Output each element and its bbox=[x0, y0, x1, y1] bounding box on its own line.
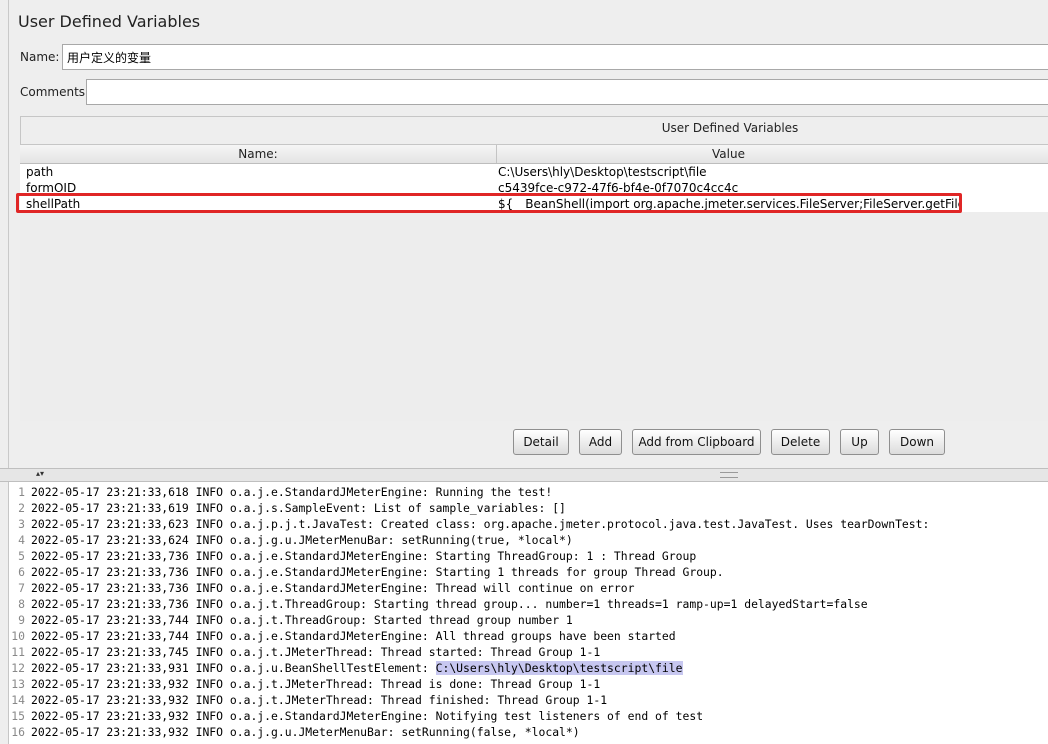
log-viewer[interactable]: 1 2022-05-17 23:21:33,618 INFO o.a.j.e.St… bbox=[8, 482, 1048, 744]
name-label: Name: bbox=[20, 50, 60, 64]
log-line: 9 2022-05-17 23:21:33,744 INFO o.a.j.t.Th… bbox=[9, 612, 573, 628]
line-number: 16 bbox=[11, 725, 25, 739]
line-number: 3 bbox=[18, 517, 25, 531]
log-line: 15 2022-05-17 23:21:33,932 INFO o.a.j.e.S… bbox=[9, 708, 703, 724]
add-from-clipboard-button[interactable]: Add from Clipboard bbox=[632, 429, 761, 455]
line-number: 13 bbox=[11, 677, 25, 691]
log-line: 4 2022-05-17 23:21:33,624 INFO o.a.j.g.u.… bbox=[9, 532, 573, 548]
line-number: 7 bbox=[18, 581, 25, 595]
down-button[interactable]: Down bbox=[889, 429, 945, 455]
log-line: 13 2022-05-17 23:21:33,932 INFO o.a.j.t.J… bbox=[9, 676, 600, 692]
variable-name-cell[interactable]: path bbox=[26, 164, 492, 180]
log-text: 2022-05-17 23:21:33,932 INFO o.a.j.e.Sta… bbox=[31, 709, 704, 723]
table-header: Name: Value bbox=[20, 145, 1048, 164]
splitter-grip-icon[interactable] bbox=[720, 472, 738, 478]
log-line: 3 2022-05-17 23:21:33,623 INFO o.a.j.p.j.… bbox=[9, 516, 929, 532]
add-button[interactable]: Add bbox=[579, 429, 622, 455]
log-line: 1 2022-05-17 23:21:33,618 INFO o.a.j.e.St… bbox=[9, 484, 552, 500]
log-line: 14 2022-05-17 23:21:33,932 INFO o.a.j.t.J… bbox=[9, 692, 607, 708]
comments-field[interactable] bbox=[86, 79, 1048, 105]
line-number: 1 bbox=[18, 485, 25, 499]
log-text: 2022-05-17 23:21:33,745 INFO o.a.j.t.JMe… bbox=[31, 645, 601, 659]
log-text: 2022-05-17 23:21:33,932 INFO o.a.j.t.JMe… bbox=[31, 677, 601, 691]
log-text: 2022-05-17 23:21:33,736 INFO o.a.j.e.Sta… bbox=[31, 549, 697, 563]
line-number: 6 bbox=[18, 565, 25, 579]
line-number: 2 bbox=[18, 501, 25, 515]
log-text: 2022-05-17 23:21:33,736 INFO o.a.j.e.Sta… bbox=[31, 565, 724, 579]
log-line: 7 2022-05-17 23:21:33,736 INFO o.a.j.e.St… bbox=[9, 580, 634, 596]
pane-splitter[interactable]: ▴▾ bbox=[0, 468, 1048, 482]
log-line: 10 2022-05-17 23:21:33,744 INFO o.a.j.e.S… bbox=[9, 628, 676, 644]
log-line: 12 2022-05-17 23:21:33,931 INFO o.a.j.u.B… bbox=[9, 660, 683, 676]
variables-table[interactable]: Name: Value path C:\Users\hly\Desktop\te… bbox=[20, 144, 1048, 421]
table-caption: User Defined Variables bbox=[661, 121, 799, 135]
variable-value-cell[interactable]: C:\Users\hly\Desktop\testscript\file bbox=[498, 164, 1048, 180]
name-field[interactable] bbox=[62, 44, 1048, 70]
line-number: 11 bbox=[11, 645, 25, 659]
line-number: 12 bbox=[11, 661, 25, 675]
log-line: 6 2022-05-17 23:21:33,736 INFO o.a.j.e.St… bbox=[9, 564, 724, 580]
log-line: 2 2022-05-17 23:21:33,619 INFO o.a.j.s.Sa… bbox=[9, 500, 566, 516]
log-text: 2022-05-17 23:21:33,736 INFO o.a.j.e.Sta… bbox=[31, 581, 635, 595]
log-text: 2022-05-17 23:21:33,744 INFO o.a.j.t.Thr… bbox=[31, 613, 573, 627]
panel-title: User Defined Variables bbox=[18, 12, 201, 31]
log-line: 5 2022-05-17 23:21:33,736 INFO o.a.j.e.St… bbox=[9, 548, 696, 564]
log-text: 2022-05-17 23:21:33,932 INFO o.a.j.t.JMe… bbox=[31, 693, 608, 707]
log-text: 2022-05-17 23:21:33,931 INFO o.a.j.u.Bea… bbox=[31, 661, 436, 675]
line-number: 8 bbox=[18, 597, 25, 611]
comments-label: Comments: bbox=[20, 85, 90, 99]
up-button[interactable]: Up bbox=[840, 429, 879, 455]
table-row[interactable]: path C:\Users\hly\Desktop\testscript\fil… bbox=[20, 164, 1048, 180]
log-line: 8 2022-05-17 23:21:33,736 INFO o.a.j.t.Th… bbox=[9, 596, 868, 612]
log-line: 16 2022-05-17 23:21:33,932 INFO o.a.j.g.u… bbox=[9, 724, 580, 740]
selected-text[interactable]: C:\Users\hly\Desktop\testscript\file bbox=[435, 661, 683, 675]
line-number: 14 bbox=[11, 693, 25, 707]
log-line: 11 2022-05-17 23:21:33,745 INFO o.a.j.t.J… bbox=[9, 644, 600, 660]
panel-left-border bbox=[8, 0, 9, 468]
delete-button[interactable]: Delete bbox=[771, 429, 830, 455]
line-number: 9 bbox=[18, 613, 25, 627]
log-text: 2022-05-17 23:21:33,624 INFO o.a.j.g.u.J… bbox=[31, 533, 573, 547]
line-number: 4 bbox=[18, 533, 25, 547]
log-text: 2022-05-17 23:21:33,744 INFO o.a.j.e.Sta… bbox=[31, 629, 676, 643]
log-text: 2022-05-17 23:21:33,932 INFO o.a.j.g.u.J… bbox=[31, 725, 580, 739]
highlight-annotation-box bbox=[16, 193, 962, 213]
line-number: 15 bbox=[11, 709, 25, 723]
log-text: 2022-05-17 23:21:33,619 INFO o.a.j.s.Sam… bbox=[31, 501, 566, 515]
line-number: 5 bbox=[18, 549, 25, 563]
variables-panel: User Defined Variables Name: Comments: U… bbox=[0, 0, 1048, 468]
column-header-name[interactable]: Name: bbox=[20, 145, 496, 163]
log-text: 2022-05-17 23:21:33,736 INFO o.a.j.t.Thr… bbox=[31, 597, 868, 611]
column-header-value[interactable]: Value bbox=[497, 145, 960, 163]
detail-button[interactable]: Detail bbox=[513, 429, 569, 455]
log-text: 2022-05-17 23:21:33,618 INFO o.a.j.e.Sta… bbox=[31, 485, 553, 499]
line-number: 10 bbox=[11, 629, 25, 643]
collapse-arrows-icon[interactable]: ▴▾ bbox=[36, 469, 44, 479]
log-text: 2022-05-17 23:21:33,623 INFO o.a.j.p.j.t… bbox=[31, 517, 930, 531]
